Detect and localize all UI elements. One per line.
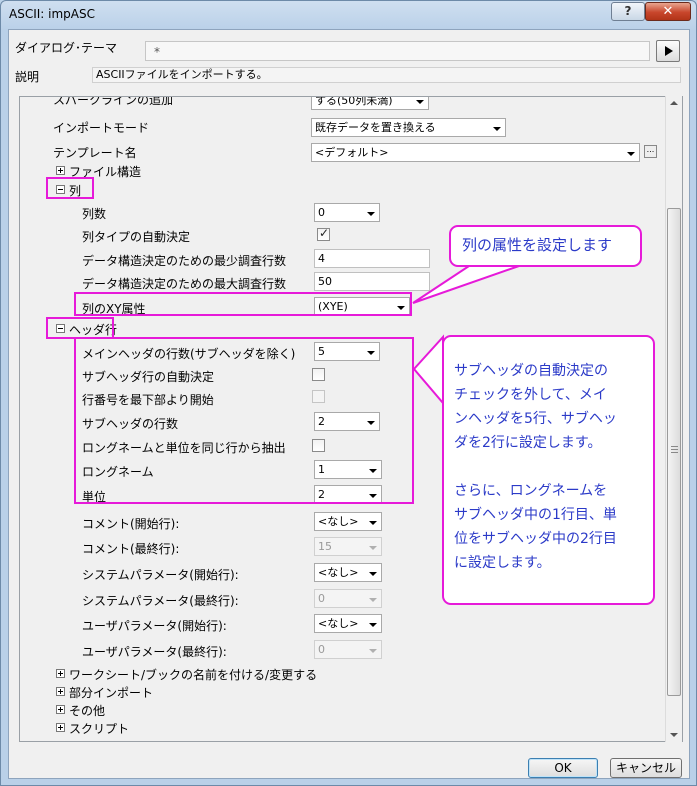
expand-plus-icon[interactable] [56, 669, 65, 678]
callout-xy-text: 列の属性を設定します [462, 236, 613, 254]
expand-plus-icon[interactable] [56, 687, 65, 696]
sysparam-end-value: 0 [318, 592, 325, 605]
chevron-down-icon [369, 546, 377, 550]
description-field: ASCIIファイルをインポートする。 [92, 67, 681, 83]
other-section-label[interactable]: その他 [69, 702, 105, 719]
scroll-down-icon[interactable] [670, 733, 678, 737]
highlight-header-section [46, 317, 114, 339]
script-section-label[interactable]: スクリプト [69, 720, 129, 737]
description-label: 説明 [15, 70, 40, 84]
template-browse-button[interactable]: ... [644, 145, 657, 158]
chevron-down-icon [369, 598, 377, 602]
help-button[interactable]: ? [611, 2, 645, 21]
ok-button[interactable]: OK [528, 758, 598, 778]
scroll-up-icon[interactable] [670, 101, 678, 105]
comment-start-value: <なし> [318, 515, 359, 528]
highlight-columns-section [46, 177, 94, 199]
callout-header: サブヘッダの自動決定の チェックを外して、メイ ンヘッダを5行、サブヘッ ダを2… [442, 335, 655, 605]
auto-col-type-checkbox[interactable] [317, 226, 330, 241]
import-mode-value: 既存データを置き換える [315, 121, 436, 134]
auto-col-type-label: 列タイプの自動決定 [82, 230, 191, 244]
sparkline-label: スパークラインの追加 [53, 96, 174, 107]
import-mode-label: インポートモード [53, 121, 150, 135]
callout-xy: 列の属性を設定します [449, 225, 642, 267]
comment-end-value: 15 [318, 540, 332, 553]
rename-section-label[interactable]: ワークシート/ブックの名前を付ける/変更する [69, 666, 317, 683]
num-columns-dropdown[interactable]: 0 [314, 203, 380, 222]
vertical-scrollbar[interactable] [665, 96, 682, 742]
userparam-start-label: ユーザパラメータ(開始行): [82, 619, 227, 633]
highlight-header-settings [74, 337, 414, 504]
userparam-end-value: 0 [318, 643, 325, 656]
template-dropdown[interactable]: <デフォルト> [311, 143, 640, 162]
max-lines-label: データ構造決定のための最大調査行数 [82, 277, 287, 291]
chevron-down-icon [416, 100, 424, 104]
chevron-down-icon [367, 212, 375, 216]
userparam-start-dropdown[interactable]: <なし> [314, 614, 382, 633]
sparkline-dropdown[interactable]: する(50列未満) [311, 96, 429, 110]
min-lines-label: データ構造決定のための最少調査行数 [82, 254, 287, 268]
close-button[interactable]: ✕ [645, 2, 691, 21]
dialog-window: ASCII: impASC ? ✕ ダイアログ･テーマ * 説明 ASCIIファ… [0, 0, 697, 786]
template-label: テンプレート名 [53, 146, 137, 160]
chevron-down-icon [369, 521, 377, 525]
sparkline-value: する(50列未満) [315, 96, 393, 107]
comment-end-label: コメント(最終行): [82, 542, 180, 556]
expand-plus-icon[interactable] [56, 166, 65, 175]
window-title: ASCII: impASC [9, 7, 95, 21]
sysparam-start-label: システムパラメータ(開始行): [82, 568, 239, 582]
expand-plus-icon[interactable] [56, 723, 65, 732]
chevron-down-icon [627, 152, 635, 156]
callout-header-text: サブヘッダの自動決定の チェックを外して、メイ ンヘッダを5行、サブヘッ ダを2… [454, 363, 617, 571]
num-columns-label: 列数 [82, 207, 107, 221]
sysparam-end-label: システムパラメータ(最終行): [82, 594, 239, 608]
grip-icon [671, 446, 678, 454]
comment-end-dropdown: 15 [314, 537, 382, 556]
template-value: <デフォルト> [315, 146, 389, 159]
scrollbar-thumb[interactable] [667, 208, 681, 696]
chevron-down-icon [369, 572, 377, 576]
partial-import-label[interactable]: 部分インポート [69, 684, 153, 701]
title-bar: ASCII: impASC ? ✕ [1, 1, 696, 29]
userparam-end-dropdown: 0 [314, 640, 382, 659]
theme-menu-button[interactable] [656, 40, 680, 62]
dialog-theme-field[interactable]: * [145, 41, 650, 61]
chevron-down-icon [493, 127, 501, 131]
highlight-xy-attr [74, 292, 412, 316]
comment-start-label: コメント(開始行): [82, 517, 180, 531]
import-mode-dropdown[interactable]: 既存データを置き換える [311, 118, 506, 137]
userparam-end-label: ユーザパラメータ(最終行): [82, 645, 227, 659]
userparam-start-value: <なし> [318, 617, 359, 630]
chevron-down-icon [369, 649, 377, 653]
chevron-down-icon [369, 623, 377, 627]
num-columns-value: 0 [318, 206, 325, 219]
cancel-button[interactable]: キャンセル [610, 758, 682, 778]
expand-plus-icon[interactable] [56, 705, 65, 714]
sysparam-start-value: <なし> [318, 566, 359, 579]
callout-join [450, 230, 453, 231]
comment-start-dropdown[interactable]: <なし> [314, 512, 382, 531]
dialog-theme-label: ダイアログ･テーマ [15, 41, 118, 55]
sysparam-end-dropdown: 0 [314, 589, 382, 608]
sysparam-start-dropdown[interactable]: <なし> [314, 563, 382, 582]
